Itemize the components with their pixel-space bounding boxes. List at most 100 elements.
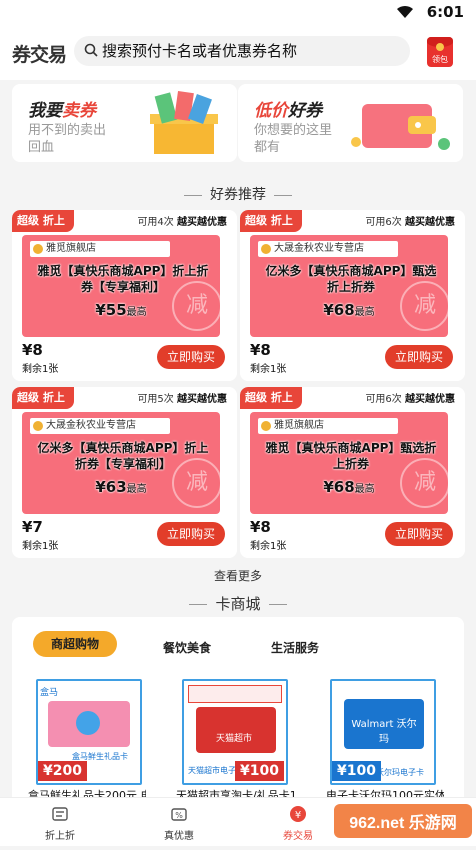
uses-count: 可用6次 [365, 217, 402, 228]
gift-card-brand: Walmart 沃尔玛 [351, 719, 417, 745]
deal-card[interactable]: 超级 折上折 可用6次 越买越优惠 大晟金秋农业专营店 亿米多【真快乐商城APP… [240, 210, 465, 381]
coupon-amount-suffix: 最高 [354, 484, 375, 495]
coupon-amount-value: ¥55 [95, 301, 127, 319]
deal-price: ¥8 [250, 518, 271, 536]
hippo-mascot-icon [76, 711, 100, 735]
gift-card-walmart[interactable]: Walmart 沃尔玛 沃尔玛电子卡 ¥100 [330, 679, 436, 785]
deal-stock: 剩余1张 [22, 364, 59, 375]
red-packet-coin [436, 43, 444, 51]
coupon-amount-value: ¥68 [323, 478, 355, 496]
deals-section-title: 好券推荐 [0, 184, 476, 204]
store-icon [261, 421, 271, 431]
wallet-illustration [351, 104, 450, 150]
super-discount-tag: 超级 折上折 [12, 387, 74, 426]
gift-card-tmall[interactable]: 天猫超市 天猫超市电子卡 ¥100 [182, 679, 288, 785]
super-discount-tag: 超级 折上折 [12, 210, 74, 249]
title-line-right [274, 194, 292, 196]
store-name-text: 大晟金秋农业专营店 [46, 420, 136, 431]
nav-discount-label: 折上折 [45, 831, 75, 842]
coupon-amount-suffix: 最高 [126, 484, 147, 495]
cheap-coupon-subtitle: 你想要的这里都有 [254, 123, 333, 155]
discount-stamp: 减 [172, 458, 222, 508]
cheap-coupon-banner[interactable]: 低价好券 你想要的这里都有 [238, 84, 463, 162]
coupon-ticket: 大晟金秋农业专营店 亿米多【真快乐商城APP】折上折券【专享福利】 ¥63最高 … [22, 412, 222, 514]
title-line-left [189, 604, 208, 605]
svg-text:¥: ¥ [295, 810, 301, 821]
gift-card-brand: 盒马 [40, 688, 59, 698]
watermark-logo: 962.net 乐游网 [334, 804, 472, 838]
nav-discount[interactable]: 折上折 [5, 798, 115, 847]
buy-now-button[interactable]: 立即购买 [157, 345, 225, 369]
deal-stock: 剩余1张 [22, 541, 59, 552]
view-more-link[interactable]: 查看更多 [0, 567, 476, 584]
store-icon [33, 244, 43, 254]
buy-now-button[interactable]: 立即购买 [385, 345, 453, 369]
red-packet-button[interactable]: 领包 [427, 37, 453, 67]
sell-title-a: 我要 [28, 101, 62, 121]
deal-card[interactable]: 超级 折上折 可用5次 越买越优惠 大晟金秋农业专营店 亿米多【真快乐商城APP… [12, 387, 237, 558]
store-name-text: 大晟金秋农业专营店 [274, 243, 364, 254]
deal-price: ¥8 [250, 341, 271, 359]
store-name-text: 雅觅旗舰店 [274, 420, 324, 431]
app-logo: 券交易 [12, 44, 67, 66]
discount-stamp: 减 [400, 458, 450, 508]
sell-coupon-banner[interactable]: 我要卖券 用不到的卖出回血 [12, 84, 237, 162]
gift-card-price: ¥100 [332, 761, 381, 781]
wifi-icon [397, 5, 413, 18]
store-name-text: 雅觅旗舰店 [46, 243, 96, 254]
super-discount-tag: 超级 折上折 [240, 210, 302, 249]
yuan-coin-icon: ¥ [290, 806, 306, 822]
discount-stamp: 减 [172, 281, 222, 331]
gift-card-notice [188, 685, 282, 703]
tab-supermarket[interactable]: 商超购物 [33, 631, 117, 657]
site-watermark: 962.net 乐游网 [330, 796, 476, 846]
discount-tag-icon [52, 807, 68, 821]
coupon-ticket: 大晟金秋农业专营店 亿米多【真快乐商城APP】甄选折上折券 ¥68最高 减 [250, 235, 450, 337]
gift-card-face: Walmart 沃尔玛 [344, 699, 424, 749]
gift-card-price: ¥200 [38, 761, 87, 781]
nav-real-deals[interactable]: % 真优惠 [124, 798, 234, 847]
store-name: 大晟金秋农业专营店 [258, 241, 398, 257]
sell-title-b: 卖券 [62, 101, 96, 121]
uses-info: 可用6次 越买越优惠 [365, 213, 455, 228]
store-name: 大晟金秋农业专营店 [30, 418, 170, 434]
tab-life-services[interactable]: 生活服务 [271, 639, 319, 656]
uses-info: 可用6次 越买越优惠 [365, 390, 455, 405]
buy-now-button[interactable]: 立即购买 [385, 522, 453, 546]
deals-title-text: 好券推荐 [210, 187, 266, 203]
card-mall-section-title: 卡商城 [0, 593, 476, 614]
tab-dining[interactable]: 餐饮美食 [163, 639, 211, 656]
gift-card-name[interactable]: 天猫超市享淘卡/礼品卡100 [176, 787, 294, 797]
uses-count: 可用5次 [137, 394, 174, 405]
gift-card-brand: 天猫超市 [216, 734, 253, 744]
sell-coupon-title: 我要卖券 [28, 96, 96, 121]
deal-card[interactable]: 超级 折上折 可用4次 越买越优惠 雅觅旗舰店 雅觅【真快乐商城APP】折上折券… [12, 210, 237, 381]
uses-slogan: 越买越优惠 [177, 217, 227, 228]
cheap-title-b: 好券 [288, 101, 322, 121]
gift-card-hema[interactable]: 盒马 盒马鲜生礼品卡 ¥200 [36, 679, 142, 785]
cheap-coupon-title: 低价好券 [254, 96, 322, 121]
uses-slogan: 越买越优惠 [177, 394, 227, 405]
card-mall-title-text: 卡商城 [215, 595, 261, 613]
store-icon [261, 244, 271, 254]
store-icon [33, 421, 43, 431]
search-placeholder: 搜索预付卡名或者优惠券名称 [102, 42, 298, 60]
title-line-left [184, 194, 202, 196]
status-time: 6:01 [426, 3, 464, 21]
uses-slogan: 越买越优惠 [405, 217, 455, 228]
nav-real-deals-label: 真优惠 [164, 831, 194, 842]
top-bar: 券交易 搜索预付卡名或者优惠券名称 领包 [0, 24, 476, 80]
deal-card[interactable]: 超级 折上折 可用6次 越买越优惠 雅觅旗舰店 雅觅【真快乐商城APP】甄选折上… [240, 387, 465, 558]
gift-card-face: 天猫超市 [196, 707, 276, 753]
search-icon [84, 43, 98, 57]
buy-now-button[interactable]: 立即购买 [157, 522, 225, 546]
sell-coupon-subtitle: 用不到的卖出回血 [28, 123, 107, 155]
store-name: 雅觅旗舰店 [30, 241, 170, 257]
coupon-amount-suffix: 最高 [354, 307, 375, 318]
svg-text:962.net 乐游网: 962.net 乐游网 [349, 813, 457, 832]
coupon-amount-value: ¥68 [323, 301, 355, 319]
search-bar[interactable]: 搜索预付卡名或者优惠券名称 [74, 36, 410, 66]
uses-info: 可用5次 越买越优惠 [137, 390, 227, 405]
coupon-ticket: 雅觅旗舰店 雅觅【真快乐商城APP】甄选折上折券 ¥68最高 减 [250, 412, 450, 514]
gift-card-name[interactable]: 盒马鲜生礼品卡200元 电 [28, 787, 146, 797]
